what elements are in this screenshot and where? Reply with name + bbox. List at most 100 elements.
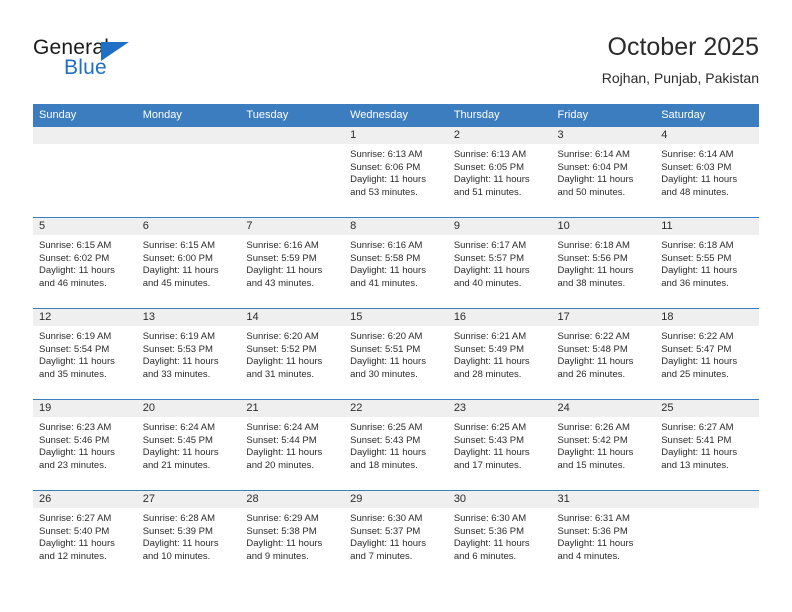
- day-detail-line: Daylight: 11 hours: [39, 265, 115, 277]
- calendar-day-cell[interactable]: 28 Sunrise: 6:29 AM Sunset: 5:38 PM Dayligh…: [240, 490, 345, 581]
- calendar-day-cell[interactable]: 8 Sunrise: 6:16 AM Sunset: 5:58 PM Daylight…: [344, 217, 448, 309]
- day-detail-line: Daylight: 11 hours: [39, 356, 115, 368]
- page-title: October 2025: [607, 33, 760, 61]
- day-detail-line: Daylight: 11 hours: [350, 356, 426, 368]
- day-detail-line: Sunset: 5:49 PM: [453, 343, 525, 355]
- day-number: 12: [33, 309, 137, 326]
- day-number: 26: [33, 491, 137, 508]
- day-detail-line: Sunset: 6:03 PM: [661, 161, 732, 173]
- calendar-day-cell[interactable]: 1 Sunrise: 6:13 AM Sunset: 6:06 PM Daylight…: [344, 126, 448, 218]
- day-detail-line: Sunset: 5:51 PM: [350, 343, 421, 355]
- calendar-day-cell[interactable]: 2 Sunrise: 6:13 AM Sunset: 6:05 PM Daylight…: [447, 126, 552, 218]
- day-details: Sunrise: 6:22 AM Sunset: 5:47 PM Daylight:…: [655, 326, 759, 381]
- calendar-day-cell[interactable]: 29 Sunrise: 6:30 AM Sunset: 5:37 PM Dayligh…: [344, 490, 448, 581]
- calendar-day-cell[interactable]: 6 Sunrise: 6:15 AM Sunset: 6:00 PM Daylight…: [136, 217, 241, 309]
- weekday-header-row: Sunday Monday Tuesday Wednesday Thursday…: [33, 104, 759, 127]
- calendar-day-cell[interactable]: 7 Sunrise: 6:16 AM Sunset: 5:59 PM Daylight…: [240, 217, 345, 309]
- calendar-day-cell[interactable]: 24 Sunrise: 6:26 AM Sunset: 5:42 PM Dayligh…: [551, 399, 656, 491]
- day-detail-line: Daylight: 11 hours: [557, 447, 634, 459]
- calendar-day-cell[interactable]: 22 Sunrise: 6:25 AM Sunset: 5:43 PM Dayligh…: [344, 399, 448, 491]
- calendar-week-row: 12 Sunrise: 6:19 AM Sunset: 5:54 PM Dayligh…: [33, 308, 759, 400]
- day-detail-line: Sunrise: 6:30 AM: [453, 513, 527, 524]
- day-details: Sunrise: 6:30 AM Sunset: 5:36 PM Daylight:…: [448, 508, 552, 563]
- day-detail-line: Sunrise: 6:27 AM: [39, 513, 112, 524]
- day-detail-line: and 18 minutes.: [350, 459, 418, 471]
- calendar-day-cell[interactable]: 17 Sunrise: 6:22 AM Sunset: 5:48 PM Dayligh…: [551, 308, 656, 400]
- calendar-day-cell[interactable]: 27 Sunrise: 6:28 AM Sunset: 5:39 PM Dayligh…: [136, 490, 241, 581]
- day-details: Sunrise: 6:13 AM Sunset: 6:06 PM Daylight:…: [344, 144, 448, 199]
- day-detail-line: Sunrise: 6:16 AM: [350, 240, 423, 251]
- day-detail-line: Daylight: 11 hours: [350, 174, 426, 186]
- day-detail-line: and 33 minutes.: [142, 368, 211, 380]
- calendar-day-cell[interactable]: 14 Sunrise: 6:20 AM Sunset: 5:52 PM Dayligh…: [240, 308, 345, 400]
- day-details: Sunrise: 6:19 AM Sunset: 5:54 PM Daylight:…: [33, 326, 137, 381]
- day-number: 2: [447, 127, 552, 144]
- day-detail-line: Sunrise: 6:27 AM: [661, 422, 734, 433]
- day-detail-line: Sunrise: 6:29 AM: [246, 513, 319, 524]
- day-number: 31: [551, 491, 656, 508]
- calendar-day-cell[interactable]: 11 Sunrise: 6:18 AM Sunset: 5:55 PM Dayligh…: [655, 217, 759, 309]
- day-details: Sunrise: 6:15 AM Sunset: 6:00 PM Daylight:…: [137, 235, 241, 290]
- calendar-day-cell[interactable]: 3 Sunrise: 6:14 AM Sunset: 6:04 PM Daylight…: [551, 126, 656, 218]
- day-number: 18: [655, 309, 759, 326]
- weekday-header-monday: Monday: [136, 104, 241, 127]
- calendar-day-cell[interactable]: 13 Sunrise: 6:19 AM Sunset: 5:53 PM Dayligh…: [136, 308, 241, 400]
- day-detail-line: Daylight: 11 hours: [661, 265, 738, 277]
- day-details: Sunrise: 6:21 AM Sunset: 5:49 PM Daylight:…: [448, 326, 552, 381]
- day-detail-line: Sunset: 5:59 PM: [246, 252, 317, 264]
- day-number: 5: [33, 218, 137, 235]
- calendar-week-row: 19 Sunrise: 6:23 AM Sunset: 5:46 PM Dayligh…: [33, 399, 759, 491]
- day-detail-line: Sunrise: 6:31 AM: [557, 513, 630, 524]
- day-details: Sunrise: 6:14 AM Sunset: 6:03 PM Daylight:…: [655, 144, 759, 199]
- calendar-day-cell-empty: [240, 126, 345, 218]
- page-subtitle: Rojhan, Punjab, Pakistan: [601, 70, 759, 86]
- day-detail-line: Daylight: 11 hours: [246, 356, 323, 368]
- calendar-day-cell[interactable]: 16 Sunrise: 6:21 AM Sunset: 5:49 PM Dayligh…: [447, 308, 552, 400]
- day-detail-line: Sunset: 5:45 PM: [142, 434, 213, 446]
- calendar-day-cell[interactable]: 25 Sunrise: 6:27 AM Sunset: 5:41 PM Dayligh…: [655, 399, 759, 491]
- day-detail-line: Sunset: 6:04 PM: [557, 161, 628, 173]
- day-detail-line: Sunset: 5:42 PM: [557, 434, 628, 446]
- day-details: Sunrise: 6:29 AM Sunset: 5:38 PM Daylight:…: [240, 508, 344, 563]
- day-details: [655, 508, 759, 513]
- calendar-day-cell[interactable]: 10 Sunrise: 6:18 AM Sunset: 5:56 PM Dayligh…: [551, 217, 656, 309]
- day-detail-line: Sunrise: 6:14 AM: [557, 149, 630, 160]
- calendar-day-cell[interactable]: 21 Sunrise: 6:24 AM Sunset: 5:44 PM Dayligh…: [240, 399, 345, 491]
- day-number: 4: [655, 127, 759, 144]
- calendar-day-cell[interactable]: 18 Sunrise: 6:22 AM Sunset: 5:47 PM Dayligh…: [655, 308, 759, 400]
- day-detail-line: Sunrise: 6:15 AM: [142, 240, 216, 251]
- calendar-day-cell[interactable]: 31 Sunrise: 6:31 AM Sunset: 5:36 PM Dayligh…: [551, 490, 656, 581]
- day-details: Sunrise: 6:27 AM Sunset: 5:41 PM Daylight:…: [655, 417, 759, 472]
- calendar-day-cell[interactable]: 15 Sunrise: 6:20 AM Sunset: 5:51 PM Dayligh…: [344, 308, 448, 400]
- day-detail-line: and 13 minutes.: [661, 459, 729, 471]
- calendar-day-cell[interactable]: 23 Sunrise: 6:25 AM Sunset: 5:43 PM Dayligh…: [447, 399, 552, 491]
- day-detail-line: Sunrise: 6:19 AM: [142, 331, 216, 342]
- day-detail-line: Sunrise: 6:26 AM: [557, 422, 630, 433]
- day-detail-line: and 43 minutes.: [246, 277, 315, 289]
- calendar-body: 1 Sunrise: 6:13 AM Sunset: 6:06 PM Daylight…: [33, 126, 759, 581]
- calendar-day-cell[interactable]: 5 Sunrise: 6:15 AM Sunset: 6:02 PM Daylight…: [33, 217, 137, 309]
- day-detail-line: Daylight: 11 hours: [453, 538, 530, 550]
- calendar-day-cell[interactable]: 9 Sunrise: 6:17 AM Sunset: 5:57 PM Daylight…: [447, 217, 552, 309]
- calendar-day-cell[interactable]: 19 Sunrise: 6:23 AM Sunset: 5:46 PM Dayligh…: [33, 399, 137, 491]
- day-detail-line: Sunrise: 6:23 AM: [39, 422, 112, 433]
- day-number: 17: [551, 309, 656, 326]
- calendar-week-row: 5 Sunrise: 6:15 AM Sunset: 6:02 PM Daylight…: [33, 217, 759, 309]
- general-blue-logo[interactable]: General Blue: [33, 36, 213, 84]
- day-detail-line: Sunrise: 6:14 AM: [661, 149, 734, 160]
- day-detail-line: Sunset: 5:53 PM: [142, 343, 213, 355]
- day-detail-line: Sunset: 5:52 PM: [246, 343, 317, 355]
- weekday-header-sunday: Sunday: [33, 104, 137, 127]
- calendar-day-cell[interactable]: 30 Sunrise: 6:30 AM Sunset: 5:36 PM Dayligh…: [447, 490, 552, 581]
- calendar-day-cell[interactable]: 12 Sunrise: 6:19 AM Sunset: 5:54 PM Dayligh…: [33, 308, 137, 400]
- day-detail-line: Sunrise: 6:28 AM: [142, 513, 216, 524]
- calendar-day-cell[interactable]: 4 Sunrise: 6:14 AM Sunset: 6:03 PM Daylight…: [655, 126, 759, 218]
- calendar-day-cell[interactable]: 20 Sunrise: 6:24 AM Sunset: 5:45 PM Dayligh…: [136, 399, 241, 491]
- day-detail-line: Sunrise: 6:16 AM: [246, 240, 319, 251]
- day-detail-line: and 4 minutes.: [557, 550, 620, 562]
- day-detail-line: Sunset: 5:48 PM: [557, 343, 628, 355]
- day-detail-line: Daylight: 11 hours: [39, 447, 115, 459]
- day-detail-line: Sunrise: 6:24 AM: [142, 422, 216, 433]
- day-detail-line: Daylight: 11 hours: [246, 447, 323, 459]
- calendar-day-cell[interactable]: 26 Sunrise: 6:27 AM Sunset: 5:40 PM Dayligh…: [33, 490, 137, 581]
